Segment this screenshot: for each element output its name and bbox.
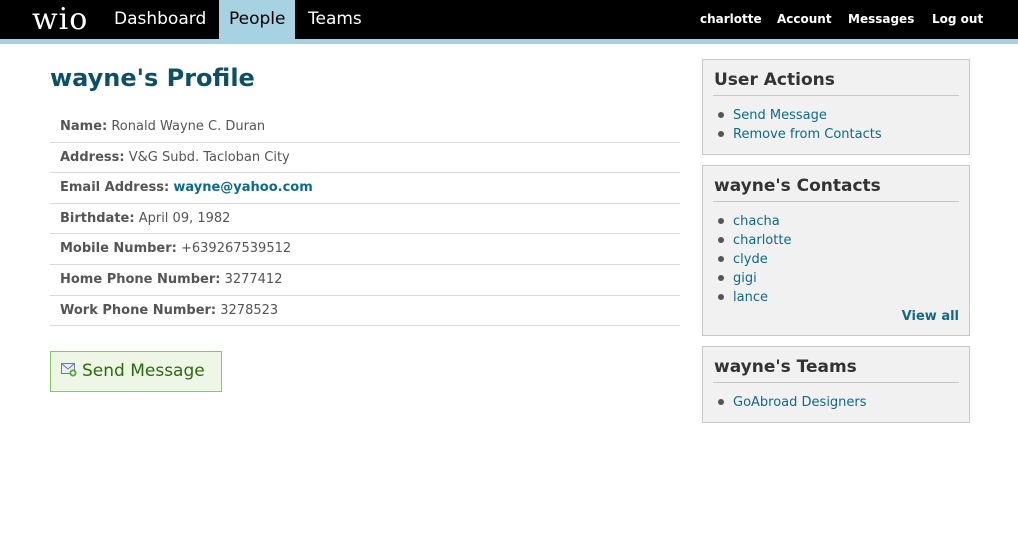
profile-row-mobile: Mobile Number: +639267539512	[50, 234, 680, 265]
contact-link[interactable]: gigi	[733, 271, 757, 286]
list-item: Remove from Contacts	[713, 125, 959, 144]
tab-dashboard[interactable]: Dashboard	[104, 0, 216, 39]
action-remove-contact-link[interactable]: Remove from Contacts	[733, 127, 882, 142]
field-label: Mobile Number:	[60, 241, 177, 257]
wio-logo[interactable]: wio	[32, 2, 88, 38]
field-label: Work Phone Number:	[60, 302, 217, 318]
tab-people[interactable]: People	[219, 0, 296, 39]
field-label: Birthdate:	[60, 210, 135, 226]
list-item: GoAbroad Designers	[713, 393, 959, 412]
team-link[interactable]: GoAbroad Designers	[733, 395, 867, 410]
profile-row-work-phone: Work Phone Number: 3278523	[50, 296, 680, 327]
field-label: Home Phone Number:	[60, 271, 221, 287]
bullet-icon	[718, 131, 724, 137]
user-actions-box: User Actions Send Message Remove from Co…	[702, 59, 970, 155]
bullet-icon	[718, 112, 724, 118]
teams-title: wayne's Teams	[713, 347, 959, 383]
tab-teams[interactable]: Teams	[298, 0, 372, 39]
bullet-icon	[718, 399, 724, 405]
email-link[interactable]: wayne@yahoo.com	[173, 180, 312, 195]
contacts-box: wayne's Contacts chacha charlotte clyde …	[702, 165, 970, 336]
profile-row-address: Address: V&G Subd. Tacloban City	[50, 143, 680, 174]
user-link-logout[interactable]: Log out	[932, 0, 983, 39]
field-value: 3278523	[220, 302, 279, 318]
list-item: charlotte	[713, 231, 959, 250]
field-value: April 09, 1982	[138, 210, 231, 226]
field-label: Name:	[60, 119, 108, 134]
bullet-icon	[718, 237, 724, 243]
send-message-button[interactable]: Send Message	[50, 351, 222, 392]
bullet-icon	[718, 218, 724, 224]
bullet-icon	[718, 256, 724, 262]
teams-box: wayne's Teams GoAbroad Designers	[702, 346, 970, 423]
profile-row-email: Email Address: wayne@yahoo.com	[50, 173, 680, 204]
field-label: Address:	[60, 149, 125, 165]
bullet-icon	[718, 294, 724, 300]
view-all-contacts-link[interactable]: View all	[713, 307, 959, 327]
user-actions-title: User Actions	[713, 60, 959, 96]
contact-link[interactable]: lance	[733, 290, 768, 305]
user-link-messages[interactable]: Messages	[848, 0, 914, 39]
action-send-message-link[interactable]: Send Message	[733, 108, 827, 123]
list-item: chacha	[713, 212, 959, 231]
contact-link[interactable]: chacha	[733, 214, 780, 229]
list-item: gigi	[713, 269, 959, 288]
field-value: 3277412	[224, 271, 283, 287]
page-title: wayne's Profile	[50, 64, 255, 92]
user-link-username[interactable]: charlotte	[700, 0, 762, 39]
field-value: V&G Subd. Tacloban City	[128, 149, 290, 165]
list-item: Send Message	[713, 106, 959, 125]
list-item: lance	[713, 288, 959, 307]
contact-link[interactable]: clyde	[733, 252, 768, 267]
contact-link[interactable]: charlotte	[733, 233, 791, 248]
profile-row-birthdate: Birthdate: April 09, 1982	[50, 204, 680, 235]
contacts-title: wayne's Contacts	[713, 166, 959, 202]
send-message-button-label: Send Message	[82, 361, 205, 381]
header-accent-stripe	[0, 39, 1018, 44]
bullet-icon	[718, 275, 724, 281]
envelope-plus-icon	[61, 363, 77, 377]
list-item: clyde	[713, 250, 959, 269]
top-navigation-bar: wio Dashboard People Teams charlotte Acc…	[0, 0, 1018, 39]
field-value: +639267539512	[180, 241, 292, 257]
profile-row-home-phone: Home Phone Number: 3277412	[50, 265, 680, 296]
profile-details-table: Name: Ronald Wayne C. Duran Address: V&G…	[50, 112, 680, 327]
field-label: Email Address:	[60, 180, 170, 196]
profile-row-name: Name: Ronald Wayne C. Duran	[50, 112, 680, 143]
field-value: Ronald Wayne C. Duran	[111, 119, 266, 134]
user-link-account[interactable]: Account	[777, 0, 832, 39]
